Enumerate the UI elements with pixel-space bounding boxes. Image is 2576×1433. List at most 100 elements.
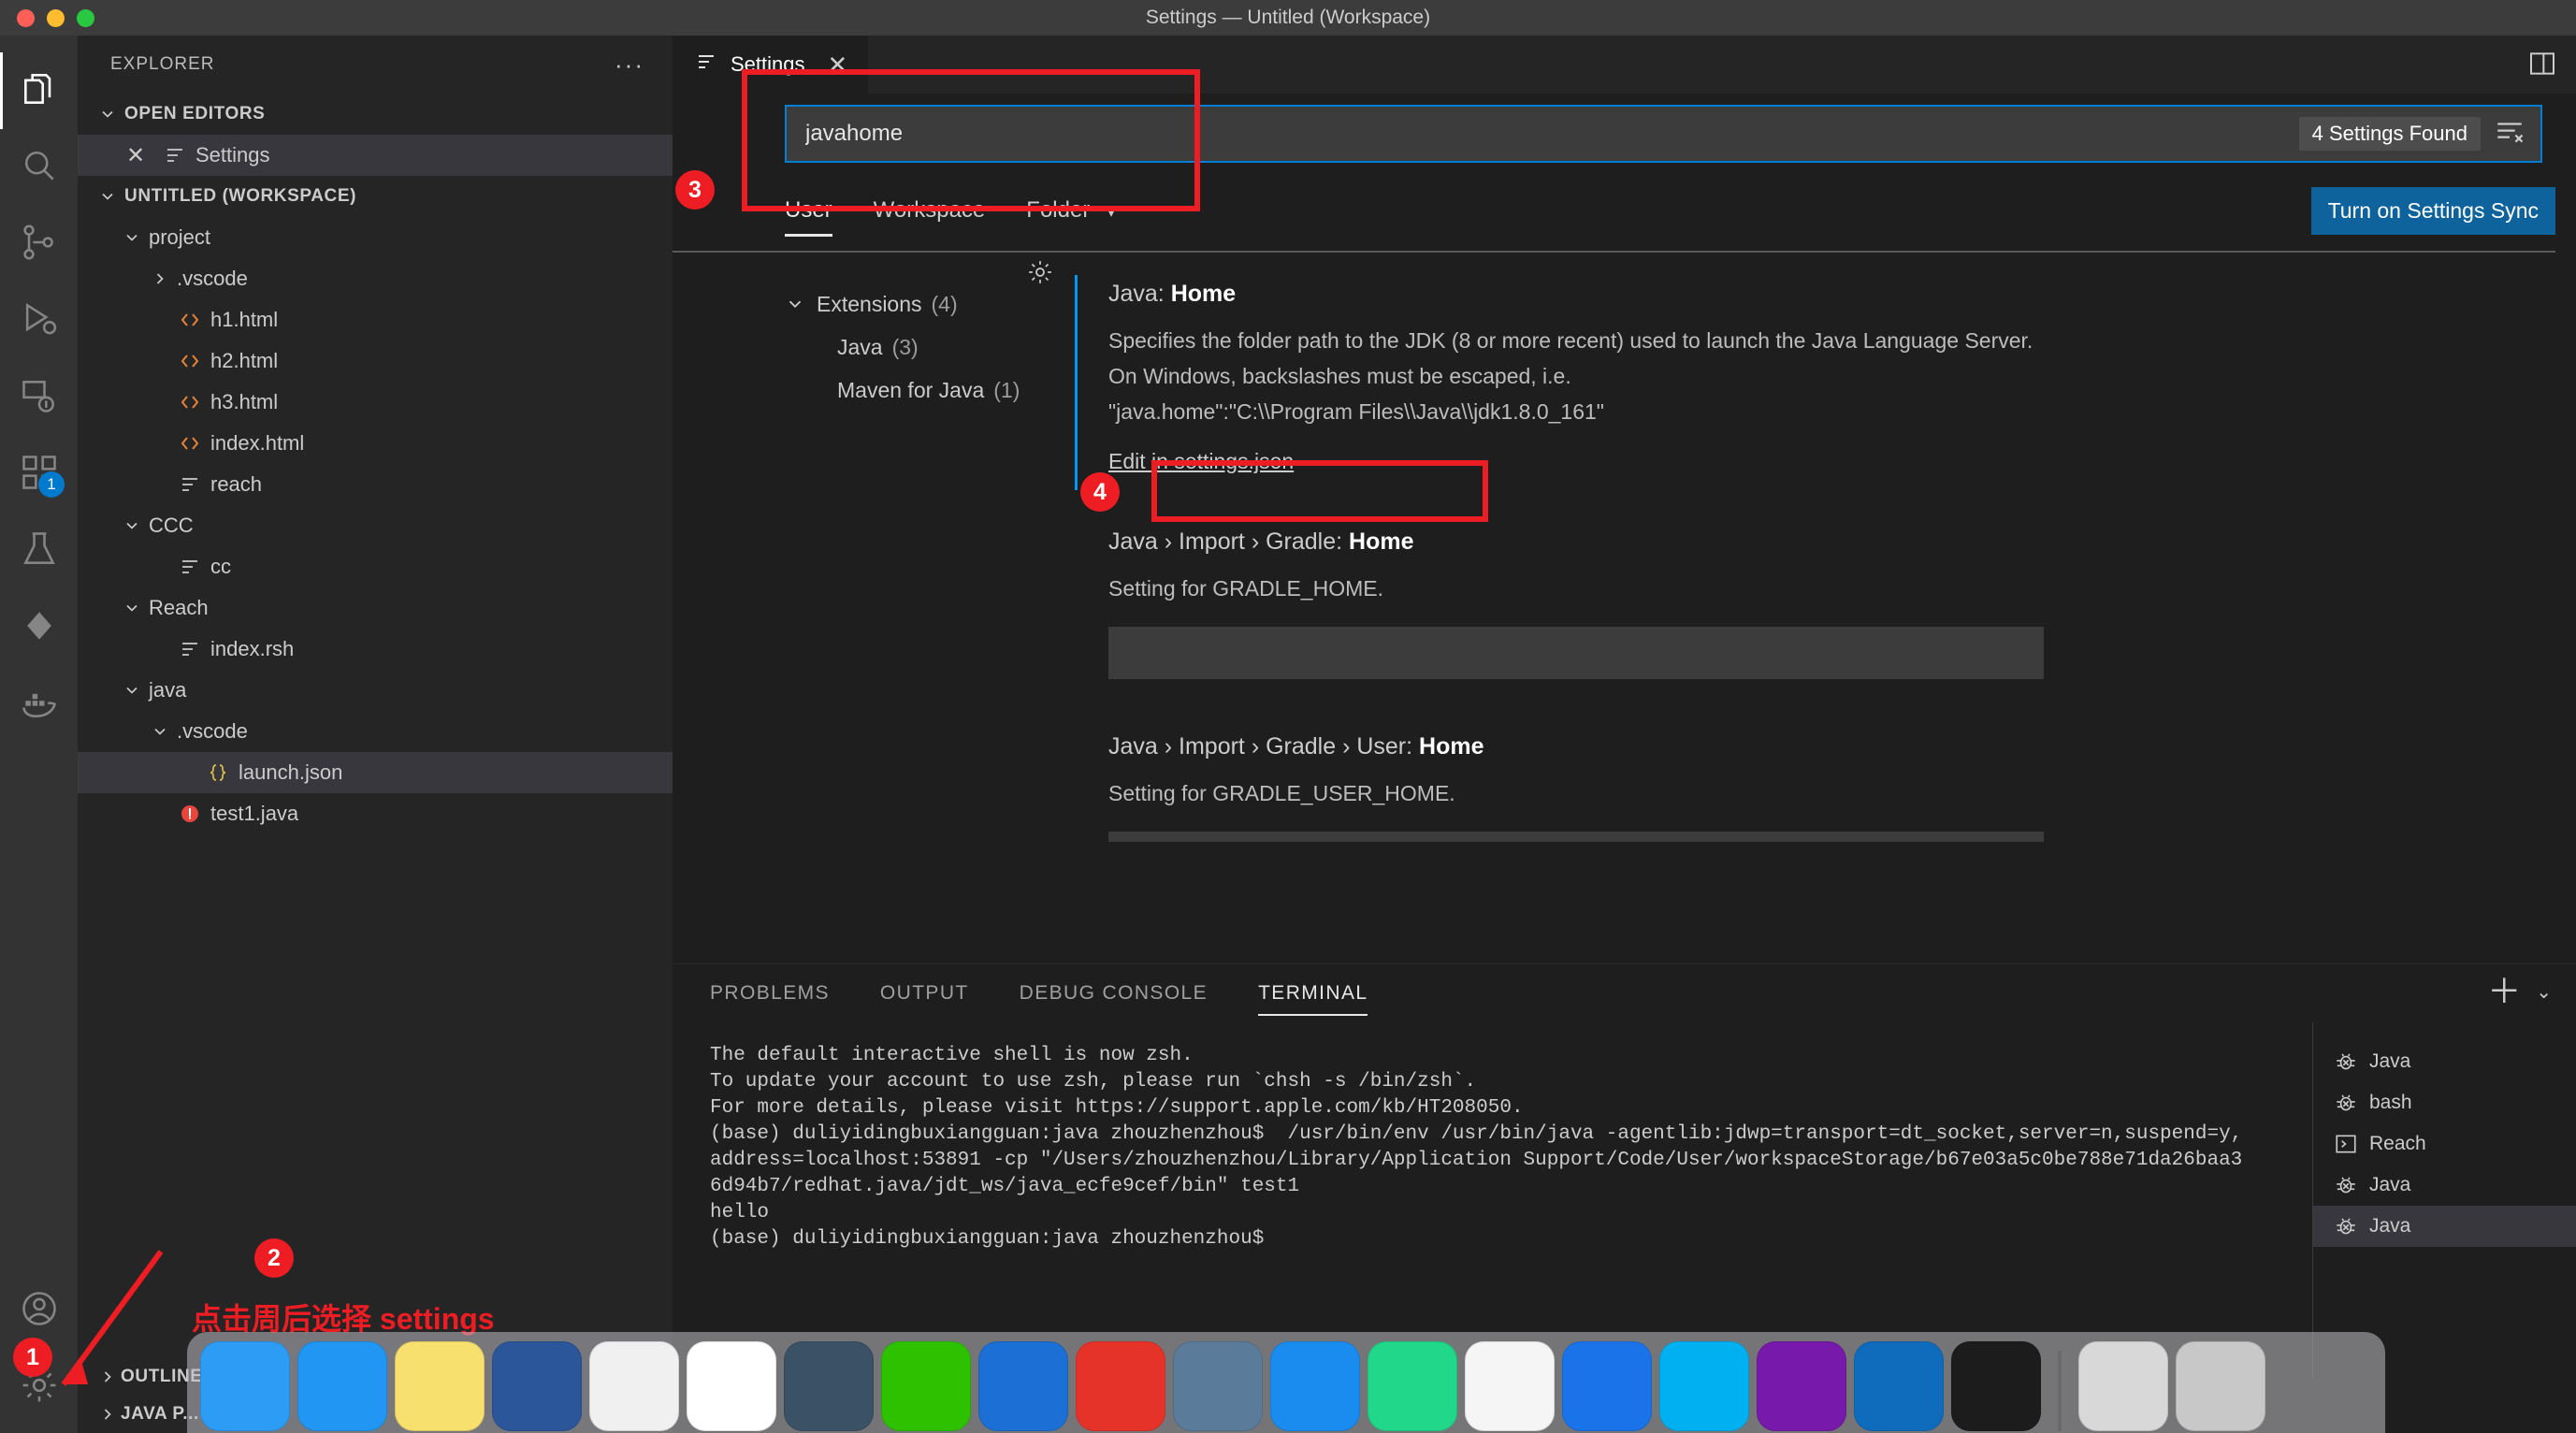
tab-settings[interactable]: Settings ✕: [673, 36, 868, 94]
terminal-tab-bash[interactable]: bash: [2313, 1082, 2576, 1123]
tree-item-cc[interactable]: cc: [78, 546, 673, 587]
tab-folder[interactable]: Folder ▾: [1026, 197, 1115, 229]
dock-item-safari[interactable]: [297, 1341, 387, 1431]
chevron-down-icon[interactable]: ▾: [1107, 205, 1115, 221]
activity-explorer[interactable]: [0, 52, 78, 129]
window-controls[interactable]: [17, 9, 94, 27]
setting-description-line: Specifies the folder path to the JDK (8 …: [1108, 323, 2539, 358]
activity-extensions[interactable]: 1: [0, 436, 78, 513]
terminal-tab-java[interactable]: Java: [2313, 1041, 2576, 1082]
gradle-user-home-input[interactable]: [1108, 832, 2044, 842]
terminal-tab-java[interactable]: Java: [2313, 1165, 2576, 1206]
dock-item-thunder[interactable]: [1562, 1341, 1652, 1431]
activity-reach[interactable]: [0, 589, 78, 666]
setting-description-line: On Windows, backslashes must be escaped,…: [1108, 358, 2539, 394]
dock-item-clover[interactable]: [1659, 1341, 1749, 1431]
tree-item-label: project: [145, 225, 210, 250]
title-bar: Settings — Untitled (Workspace): [0, 0, 2576, 36]
tree-item-h3-html[interactable]: h3.html: [78, 382, 673, 423]
search-input[interactable]: [787, 121, 2299, 147]
chevron-down-icon: [119, 681, 145, 700]
tree-item-ccc[interactable]: CCC: [78, 505, 673, 546]
setting-gear-icon[interactable]: [1026, 258, 1054, 291]
toc-maven-for-java[interactable]: Maven for Java (1): [785, 369, 1075, 412]
tree-item-test1-java[interactable]: test1.java: [78, 793, 673, 834]
tree-item--vscode[interactable]: .vscode: [78, 258, 673, 299]
terminal-tab-reach[interactable]: Reach: [2313, 1123, 2576, 1165]
dock-item-vscode[interactable]: [1854, 1341, 1944, 1431]
section-workspace[interactable]: UNTITLED (WORKSPACE): [78, 176, 673, 217]
activity-source-control[interactable]: [0, 206, 78, 282]
edit-in-settings-json-link[interactable]: Edit in settings.json: [1108, 449, 1294, 474]
explorer-more-actions[interactable]: ···: [615, 51, 644, 80]
chevron-down-icon[interactable]: ⌄: [2536, 980, 2552, 1004]
tab-label: Settings: [731, 52, 805, 77]
dock-item-word[interactable]: [492, 1341, 582, 1431]
dock-item-finder[interactable]: [200, 1341, 290, 1431]
panel-tab-debug-console[interactable]: DEBUG CONSOLE: [1020, 969, 1208, 1018]
tree-item-launch-json[interactable]: launch.json: [78, 752, 673, 793]
dock-item-photos[interactable]: [589, 1341, 679, 1431]
tree-item-h2-html[interactable]: h2.html: [78, 340, 673, 382]
panel-tab-problems[interactable]: PROBLEMS: [710, 969, 830, 1018]
settings-scope-tabs: User Workspace Folder ▾ Turn on Settings…: [673, 176, 2555, 253]
turn-on-settings-sync-button[interactable]: Turn on Settings Sync: [2311, 187, 2555, 235]
workspace-label: UNTITLED (WORKSPACE): [121, 186, 356, 207]
dock-item-trash[interactable]: [2176, 1341, 2265, 1431]
activity-search[interactable]: [0, 129, 78, 206]
debug-bug-icon: [2334, 1173, 2358, 1197]
html-icon: [173, 350, 207, 372]
activity-remote[interactable]: [0, 359, 78, 436]
tree-item-reach[interactable]: reach: [78, 464, 673, 505]
tree-item--vscode[interactable]: .vscode: [78, 711, 673, 752]
dock-item-onenote[interactable]: [1757, 1341, 1846, 1431]
gradle-home-input[interactable]: [1108, 627, 2044, 679]
dock-item-netease-music[interactable]: [1076, 1341, 1165, 1431]
editor-tab-bar: Settings ✕: [673, 36, 2576, 94]
panel-tab-terminal[interactable]: TERMINAL: [1258, 969, 1368, 1018]
debug-bug-icon: [2334, 1214, 2358, 1238]
split-editor-button[interactable]: [2527, 49, 2557, 83]
tree-item-index-rsh[interactable]: index.rsh: [78, 629, 673, 670]
dock-item-notes[interactable]: [395, 1341, 485, 1431]
maximize-window-button[interactable]: [77, 9, 94, 27]
tab-user[interactable]: User: [785, 197, 832, 229]
dock-item-documents[interactable]: [2078, 1341, 2168, 1431]
dock-item-pycharm[interactable]: [1368, 1341, 1457, 1431]
dock-separator: [2058, 1351, 2062, 1431]
activity-docker[interactable]: [0, 666, 78, 743]
section-open-editors[interactable]: OPEN EDITORS: [78, 94, 673, 135]
dock-item-display[interactable]: [784, 1341, 874, 1431]
tab-workspace[interactable]: Workspace: [874, 197, 986, 229]
new-terminal-icon[interactable]: ＋: [2487, 977, 2521, 1006]
tree-item-reach[interactable]: Reach: [78, 587, 673, 629]
minimize-window-button[interactable]: [47, 9, 65, 27]
tree-item-java[interactable]: java: [78, 670, 673, 711]
dock-item-wechat[interactable]: [881, 1341, 971, 1431]
tree-item-project[interactable]: project: [78, 217, 673, 258]
settings-search-box[interactable]: 4 Settings Found: [785, 105, 2542, 163]
clear-filter-icon[interactable]: [2494, 116, 2525, 152]
chevron-down-icon: [119, 228, 145, 247]
dock-item-media-player[interactable]: [978, 1341, 1068, 1431]
terminal-tab-java[interactable]: Java: [2313, 1206, 2576, 1247]
chevron-down-icon: [94, 187, 121, 206]
terminal-tab-label: bash: [2369, 1092, 2412, 1114]
panel-tab-output[interactable]: OUTPUT: [880, 969, 969, 1018]
dock-item-chrome[interactable]: [687, 1341, 776, 1431]
close-editor-icon[interactable]: ✕: [126, 142, 158, 169]
dock-item-terminal[interactable]: [1951, 1341, 2041, 1431]
close-icon[interactable]: ✕: [828, 51, 848, 80]
dock-item-xcode[interactable]: [1270, 1341, 1360, 1431]
dock-item-qq[interactable]: [1465, 1341, 1555, 1431]
tree-item-h1-html[interactable]: h1.html: [78, 299, 673, 340]
activity-run-debug[interactable]: [0, 282, 78, 359]
tree-item-index-html[interactable]: index.html: [78, 423, 673, 464]
activity-testing[interactable]: [0, 513, 78, 589]
dock-item-remote-desktop[interactable]: [1173, 1341, 1263, 1431]
open-editor-settings[interactable]: ✕ Settings: [78, 135, 673, 176]
terminal-output[interactable]: The default interactive shell is now zsh…: [710, 1043, 2305, 1368]
toc-java[interactable]: Java (3): [785, 326, 1075, 369]
close-window-button[interactable]: [17, 9, 35, 27]
vscode-window: Settings — Untitled (Workspace): [0, 0, 2576, 1433]
